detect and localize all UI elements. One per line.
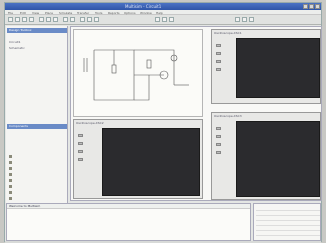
timebase-knob[interactable] (78, 134, 83, 137)
trigger-knob[interactable] (216, 151, 221, 154)
channel-a-knob[interactable] (216, 52, 221, 55)
zoom-in-icon[interactable] (80, 17, 85, 22)
property-row[interactable] (256, 207, 320, 211)
output-panel: Welcome to Multisim (6, 203, 251, 241)
properties-panel (253, 203, 321, 241)
timebase-knob[interactable] (216, 127, 221, 130)
paste-icon[interactable] (53, 17, 58, 22)
scope-title: Oscilloscope-XSC1 (214, 31, 242, 35)
oscilloscope-xsc3[interactable]: Oscilloscope-XSC3 (211, 112, 321, 200)
toolbar (5, 15, 321, 25)
property-row[interactable] (256, 212, 320, 216)
component-icon (9, 166, 12, 170)
trigger-knob[interactable] (216, 68, 221, 71)
save-icon[interactable] (22, 17, 27, 22)
oscilloscope-xsc2[interactable]: Oscilloscope-XSC2 (73, 119, 203, 199)
close-button[interactable] (315, 4, 320, 9)
schematic-workspace[interactable]: Oscilloscope-XSC1 Oscilloscope-XSC2 Osci… (70, 26, 322, 201)
components-title: Components (7, 124, 67, 129)
copy-icon[interactable] (46, 17, 51, 22)
oscilloscope-xsc1[interactable]: Oscilloscope-XSC1 (211, 29, 321, 104)
channel-b-knob[interactable] (216, 60, 221, 63)
window-title: Multisim - Circuit1 (125, 4, 162, 9)
probe-icon[interactable] (235, 17, 240, 22)
schematic-canvas[interactable] (73, 29, 203, 117)
circuit-diagram (83, 49, 189, 101)
component-icon (9, 160, 12, 164)
component-icon (9, 196, 12, 200)
zoom-fit-icon[interactable] (94, 17, 99, 22)
maximize-button[interactable] (309, 4, 314, 9)
new-icon[interactable] (8, 17, 13, 22)
tree-item-circuit[interactable]: Circuit1 (9, 40, 21, 44)
output-title: Welcome to Multisim (7, 204, 250, 209)
channel-a-knob[interactable] (216, 135, 221, 138)
print-icon[interactable] (29, 17, 34, 22)
scope-title: Oscilloscope-XSC2 (76, 121, 104, 125)
undo-icon[interactable] (63, 17, 68, 22)
property-row[interactable] (256, 227, 320, 231)
grapher-icon[interactable] (242, 17, 247, 22)
component-icon (9, 172, 12, 176)
zoom-out-icon[interactable] (87, 17, 92, 22)
scope-screen (236, 121, 320, 197)
property-row[interactable] (256, 217, 320, 221)
tree-item-schematic[interactable]: Schematic (9, 46, 25, 50)
property-row[interactable] (256, 222, 320, 226)
component-icon (9, 154, 12, 158)
pause-icon[interactable] (162, 17, 167, 22)
run-icon[interactable] (155, 17, 160, 22)
scope-title: Oscilloscope-XSC3 (214, 114, 242, 118)
timebase-knob[interactable] (216, 44, 221, 47)
scope-screen (102, 128, 200, 196)
component-icon (9, 190, 12, 194)
app-window: Multisim - Circuit1 File Edit View Place… (4, 2, 322, 243)
stop-icon[interactable] (169, 17, 174, 22)
component-icon (9, 184, 12, 188)
scope-screen (236, 38, 320, 98)
design-toolbox: Design Toolbox Circuit1 Schematic Compon… (6, 26, 68, 236)
design-toolbox-title: Design Toolbox (7, 28, 67, 33)
open-icon[interactable] (15, 17, 20, 22)
component-icon (9, 178, 12, 182)
trigger-knob[interactable] (78, 158, 83, 161)
postprocessor-icon[interactable] (249, 17, 254, 22)
property-row[interactable] (256, 232, 320, 236)
channel-a-knob[interactable] (78, 142, 83, 145)
channel-b-knob[interactable] (78, 150, 83, 153)
title-bar: Multisim - Circuit1 (5, 3, 321, 10)
channel-b-knob[interactable] (216, 143, 221, 146)
cut-icon[interactable] (39, 17, 44, 22)
redo-icon[interactable] (70, 17, 75, 22)
minimize-button[interactable] (303, 4, 308, 9)
